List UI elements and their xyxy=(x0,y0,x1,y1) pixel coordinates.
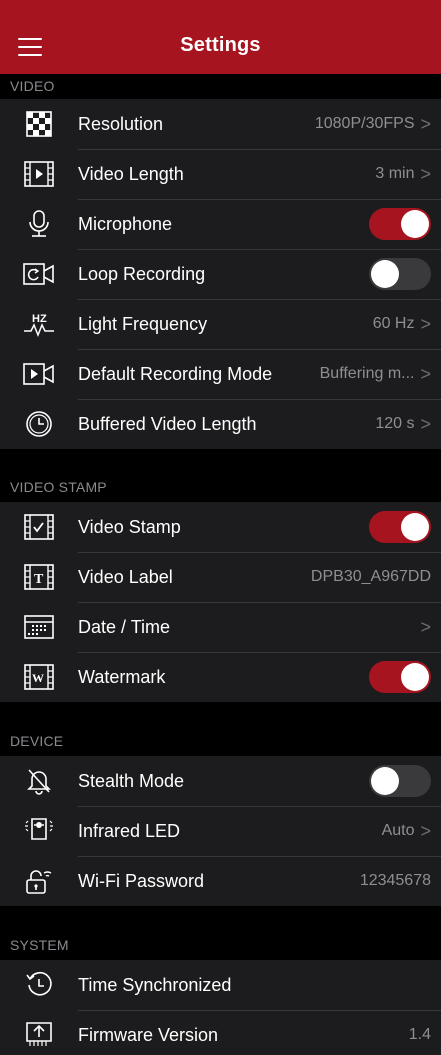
microphone-icon xyxy=(0,199,78,249)
chevron-right-icon: > xyxy=(420,314,431,334)
row-light-frequency[interactable]: HZ Light Frequency 60 Hz > xyxy=(0,299,441,349)
video-stamp-toggle[interactable] xyxy=(369,511,431,543)
loop-camera-icon xyxy=(0,249,78,299)
stealth-mode-toggle[interactable] xyxy=(369,765,431,797)
video-label-value: DPB30_A967DD xyxy=(311,552,431,602)
light-frequency-value-text: 60 Hz xyxy=(372,315,415,332)
row-default-recording-mode[interactable]: Default Recording Mode Buffering m... > xyxy=(0,349,441,399)
row-microphone: Microphone xyxy=(0,199,441,249)
chevron-right-icon: > xyxy=(420,821,431,841)
chevron-right-icon: > xyxy=(420,364,431,384)
chevron-right-icon: > xyxy=(420,617,431,637)
watermark-toggle[interactable] xyxy=(369,661,431,693)
svg-text:W: W xyxy=(32,671,44,685)
resolution-value: 1080P/30FPS > xyxy=(315,99,431,149)
chevron-right-icon: > xyxy=(420,414,431,434)
toggle-knob xyxy=(401,210,429,238)
default-recording-mode-value-text: Buffering m... xyxy=(319,365,415,382)
clock-history-icon xyxy=(0,399,78,449)
stealth-mode-label: Stealth Mode xyxy=(78,770,185,791)
row-wifi-password[interactable]: Wi-Fi Password 12345678 xyxy=(0,856,441,906)
infrared-led-label: Infrared LED xyxy=(78,820,181,841)
wifi-password-value: 12345678 xyxy=(360,856,431,906)
hz-wave-icon: HZ xyxy=(0,299,78,349)
resolution-label: Resolution xyxy=(78,113,164,134)
section-header-video-stamp: VIDEO STAMP xyxy=(10,479,107,495)
section-header-system: SYSTEM xyxy=(10,937,69,953)
film-check-icon xyxy=(0,502,78,552)
group-device: Stealth Mode Infrared LED Auto > Wi-Fi P… xyxy=(0,756,441,906)
wifi-lock-icon xyxy=(0,856,78,906)
firmware-version-value: 1.4 xyxy=(409,1010,431,1055)
section-header-device: DEVICE xyxy=(10,733,64,749)
row-video-stamp: Video Stamp xyxy=(0,502,441,552)
firmware-version-label: Firmware Version xyxy=(78,1024,219,1045)
wifi-password-value-text: 12345678 xyxy=(359,872,431,889)
buffered-video-length-label: Buffered Video Length xyxy=(78,413,257,434)
svg-text:T: T xyxy=(34,572,44,587)
date-time-label: Date / Time xyxy=(78,616,171,637)
light-frequency-label: Light Frequency xyxy=(78,313,208,334)
resolution-checker-icon xyxy=(0,99,78,149)
row-loop-recording: Loop Recording xyxy=(0,249,441,299)
row-date-time[interactable]: Date / Time > xyxy=(0,602,441,652)
film-watermark-icon: W xyxy=(0,652,78,702)
bell-off-icon xyxy=(0,756,78,806)
microphone-label: Microphone xyxy=(78,213,173,234)
row-resolution[interactable]: Resolution 1080P/30FPS > xyxy=(0,99,441,149)
light-frequency-value: 60 Hz > xyxy=(373,299,431,349)
toggle-knob xyxy=(371,260,399,288)
video-length-value: 3 min > xyxy=(375,149,431,199)
loop-recording-label: Loop Recording xyxy=(78,263,206,284)
video-length-value-text: 3 min xyxy=(375,165,415,182)
time-synchronized-label: Time Synchronized xyxy=(78,974,232,995)
svg-text:HZ: HZ xyxy=(32,313,47,325)
row-video-label[interactable]: T Video Label DPB30_A967DD xyxy=(0,552,441,602)
resolution-value-text: 1080P/30FPS xyxy=(314,115,415,132)
infrared-camera-icon xyxy=(0,806,78,856)
wifi-password-label: Wi-Fi Password xyxy=(78,870,205,891)
microphone-toggle[interactable] xyxy=(369,208,431,240)
group-video-stamp: Video Stamp T Video Label DPB30_A967DD D… xyxy=(0,502,441,702)
video-stamp-label: Video Stamp xyxy=(78,516,181,537)
row-watermark: W Watermark xyxy=(0,652,441,702)
date-time-value: > xyxy=(420,602,431,652)
row-time-synchronized[interactable]: Time Synchronized xyxy=(0,960,441,1010)
firmware-version-value-text: 1.4 xyxy=(408,1026,431,1043)
video-length-label: Video Length xyxy=(78,163,184,184)
section-header-video: VIDEO xyxy=(10,78,55,94)
video-label-label: Video Label xyxy=(78,566,173,587)
calendar-icon xyxy=(0,602,78,652)
firmware-upload-icon xyxy=(0,1010,78,1055)
buffered-video-length-value-text: 120 s xyxy=(375,415,415,432)
infrared-led-value: Auto > xyxy=(382,806,431,856)
clock-sync-icon xyxy=(0,960,78,1010)
row-firmware-version[interactable]: Firmware Version 1.4 xyxy=(0,1010,441,1055)
row-infrared-led[interactable]: Infrared LED Auto > xyxy=(0,806,441,856)
group-video: Resolution 1080P/30FPS > Video Length 3 … xyxy=(0,99,441,449)
watermark-label: Watermark xyxy=(78,666,166,687)
film-text-icon: T xyxy=(0,552,78,602)
video-camera-play-icon xyxy=(0,349,78,399)
video-label-value-text: DPB30_A967DD xyxy=(310,568,431,585)
chevron-right-icon: > xyxy=(420,114,431,134)
toggle-knob xyxy=(371,767,399,795)
chevron-right-icon: > xyxy=(420,164,431,184)
row-buffered-video-length[interactable]: Buffered Video Length 120 s > xyxy=(0,399,441,449)
toggle-knob xyxy=(401,663,429,691)
default-recording-mode-label: Default Recording Mode xyxy=(78,363,273,384)
row-video-length[interactable]: Video Length 3 min > xyxy=(0,149,441,199)
default-recording-mode-value: Buffering m... > xyxy=(320,349,431,399)
infrared-led-value-text: Auto xyxy=(381,822,415,839)
nav-header: Settings xyxy=(0,0,441,74)
row-stealth-mode: Stealth Mode xyxy=(0,756,441,806)
buffered-video-length-value: 120 s > xyxy=(375,399,431,449)
toggle-knob xyxy=(401,513,429,541)
loop-recording-toggle[interactable] xyxy=(369,258,431,290)
group-system: Time Synchronized Firmware Version 1.4 xyxy=(0,960,441,1055)
page-title: Settings xyxy=(180,34,261,56)
film-play-icon xyxy=(0,149,78,199)
